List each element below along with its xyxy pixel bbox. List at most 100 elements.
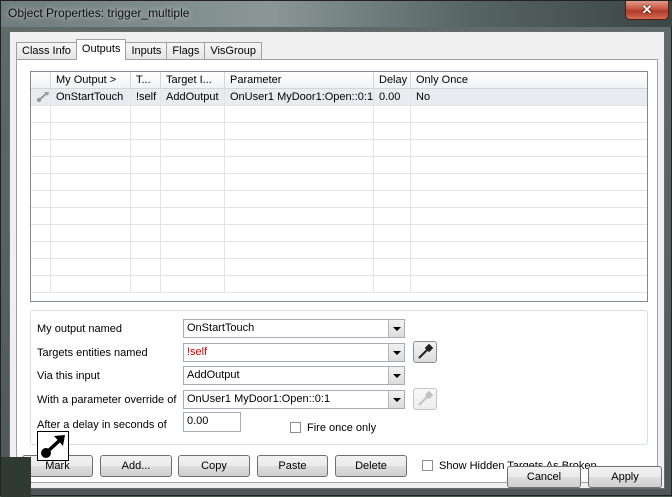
copy-button[interactable]: Copy xyxy=(178,455,250,477)
column-header-only-once[interactable]: Only Once xyxy=(411,72,647,88)
apply-button[interactable]: Apply xyxy=(588,466,662,488)
empty-cell xyxy=(225,208,374,224)
empty-cell xyxy=(51,191,131,207)
empty-cell xyxy=(411,140,647,156)
empty-cell xyxy=(31,174,51,190)
empty-cell xyxy=(374,174,411,190)
show-hidden-checkbox[interactable] xyxy=(422,460,433,471)
empty-cell xyxy=(51,208,131,224)
close-button[interactable]: ✕ xyxy=(625,1,669,20)
entity-picker-button[interactable] xyxy=(413,341,437,363)
column-header-target-input[interactable]: Target I... xyxy=(161,72,225,88)
empty-cell xyxy=(411,242,647,258)
column-header-delay[interactable]: Delay xyxy=(374,72,411,88)
delay-input[interactable]: 0.00 xyxy=(183,412,241,432)
fire-once-checkbox[interactable] xyxy=(290,422,301,433)
empty-cell xyxy=(31,106,51,122)
empty-cell xyxy=(374,123,411,139)
empty-cell xyxy=(131,276,161,292)
via-input-combo[interactable]: AddOutput xyxy=(183,366,405,385)
empty-list-row xyxy=(31,106,647,123)
title-bar[interactable]: Object Properties: trigger_multiple ✕ xyxy=(1,1,672,27)
empty-cell xyxy=(411,174,647,190)
background-strip xyxy=(1,457,31,497)
empty-cell xyxy=(31,276,51,292)
chevron-down-icon[interactable] xyxy=(388,367,404,384)
empty-cell xyxy=(131,123,161,139)
column-header-parameter[interactable]: Parameter xyxy=(225,72,374,88)
empty-cell xyxy=(225,106,374,122)
tab-inputs[interactable]: Inputs xyxy=(125,42,168,60)
output-named-value: OnStartTouch xyxy=(187,322,255,334)
delete-button[interactable]: Delete xyxy=(335,455,407,477)
output-named-combo[interactable]: OnStartTouch xyxy=(183,319,405,338)
table-row[interactable]: OnStartTouch !self AddOutput OnUser1 MyD… xyxy=(31,89,647,106)
chevron-down-icon[interactable] xyxy=(388,320,404,337)
empty-cell xyxy=(31,157,51,173)
empty-cell xyxy=(225,157,374,173)
output-editor-group: My output named OnStartTouch Targets ent… xyxy=(30,310,648,445)
empty-cell xyxy=(411,259,647,275)
empty-cell xyxy=(131,208,161,224)
tab-class-info[interactable]: Class Info xyxy=(16,42,77,60)
empty-cell xyxy=(374,191,411,207)
output-arrow-icon xyxy=(36,92,49,103)
via-input-value: AddOutput xyxy=(187,369,240,381)
outputs-list[interactable]: My Output > T... Target I... Parameter D… xyxy=(30,71,648,302)
empty-cell xyxy=(51,276,131,292)
empty-cell xyxy=(225,225,374,241)
empty-list-row xyxy=(31,123,647,140)
delay-label: After a delay in seconds of xyxy=(37,419,167,431)
empty-list-row xyxy=(31,259,647,276)
add-button[interactable]: Add... xyxy=(100,455,172,477)
empty-cell xyxy=(225,242,374,258)
param-override-combo[interactable]: OnUser1 MyDoor1:Open::0:1 xyxy=(183,390,405,409)
empty-cell xyxy=(225,174,374,190)
targets-named-value: !self xyxy=(187,346,208,358)
empty-cell xyxy=(374,106,411,122)
param-picker-button[interactable] xyxy=(413,388,437,410)
cell-my-output: OnStartTouch xyxy=(51,89,131,105)
empty-cell xyxy=(131,191,161,207)
empty-cell xyxy=(225,140,374,156)
empty-cell xyxy=(51,225,131,241)
tab-flags[interactable]: Flags xyxy=(166,42,206,60)
empty-cell xyxy=(161,140,225,156)
empty-cell xyxy=(411,276,647,292)
eyedropper-icon xyxy=(418,343,434,359)
tab-visgroup[interactable]: VisGroup xyxy=(204,42,262,60)
empty-cell xyxy=(31,123,51,139)
empty-cell xyxy=(31,242,51,258)
empty-cell xyxy=(161,242,225,258)
empty-cell xyxy=(374,276,411,292)
empty-list-row xyxy=(31,174,647,191)
chevron-down-icon[interactable] xyxy=(388,391,404,408)
empty-cell xyxy=(225,123,374,139)
chevron-down-icon[interactable] xyxy=(388,344,404,361)
empty-cell xyxy=(31,259,51,275)
empty-cell xyxy=(131,259,161,275)
output-named-label: My output named xyxy=(37,323,122,335)
empty-list-row xyxy=(31,208,647,225)
empty-cell xyxy=(374,157,411,173)
empty-cell xyxy=(161,225,225,241)
column-header-my-output[interactable]: My Output > xyxy=(51,72,131,88)
cell-delay: 0.00 xyxy=(374,89,411,105)
fire-once-option[interactable]: Fire once only xyxy=(290,422,376,434)
empty-cell xyxy=(131,157,161,173)
empty-cell xyxy=(374,242,411,258)
cancel-button[interactable]: Cancel xyxy=(507,466,581,488)
column-header-icon[interactable] xyxy=(31,72,51,88)
empty-cell xyxy=(225,259,374,275)
tab-outputs[interactable]: Outputs xyxy=(75,39,127,60)
empty-cell xyxy=(161,174,225,190)
column-header-target[interactable]: T... xyxy=(131,72,161,88)
targets-named-combo[interactable]: !self xyxy=(183,343,405,362)
empty-cell xyxy=(411,208,647,224)
empty-cell xyxy=(225,191,374,207)
empty-cell xyxy=(131,225,161,241)
empty-cell xyxy=(411,157,647,173)
dialog-window: Object Properties: trigger_multiple ✕ Cl… xyxy=(0,0,672,497)
empty-cell xyxy=(31,191,51,207)
paste-button[interactable]: Paste xyxy=(257,455,328,477)
